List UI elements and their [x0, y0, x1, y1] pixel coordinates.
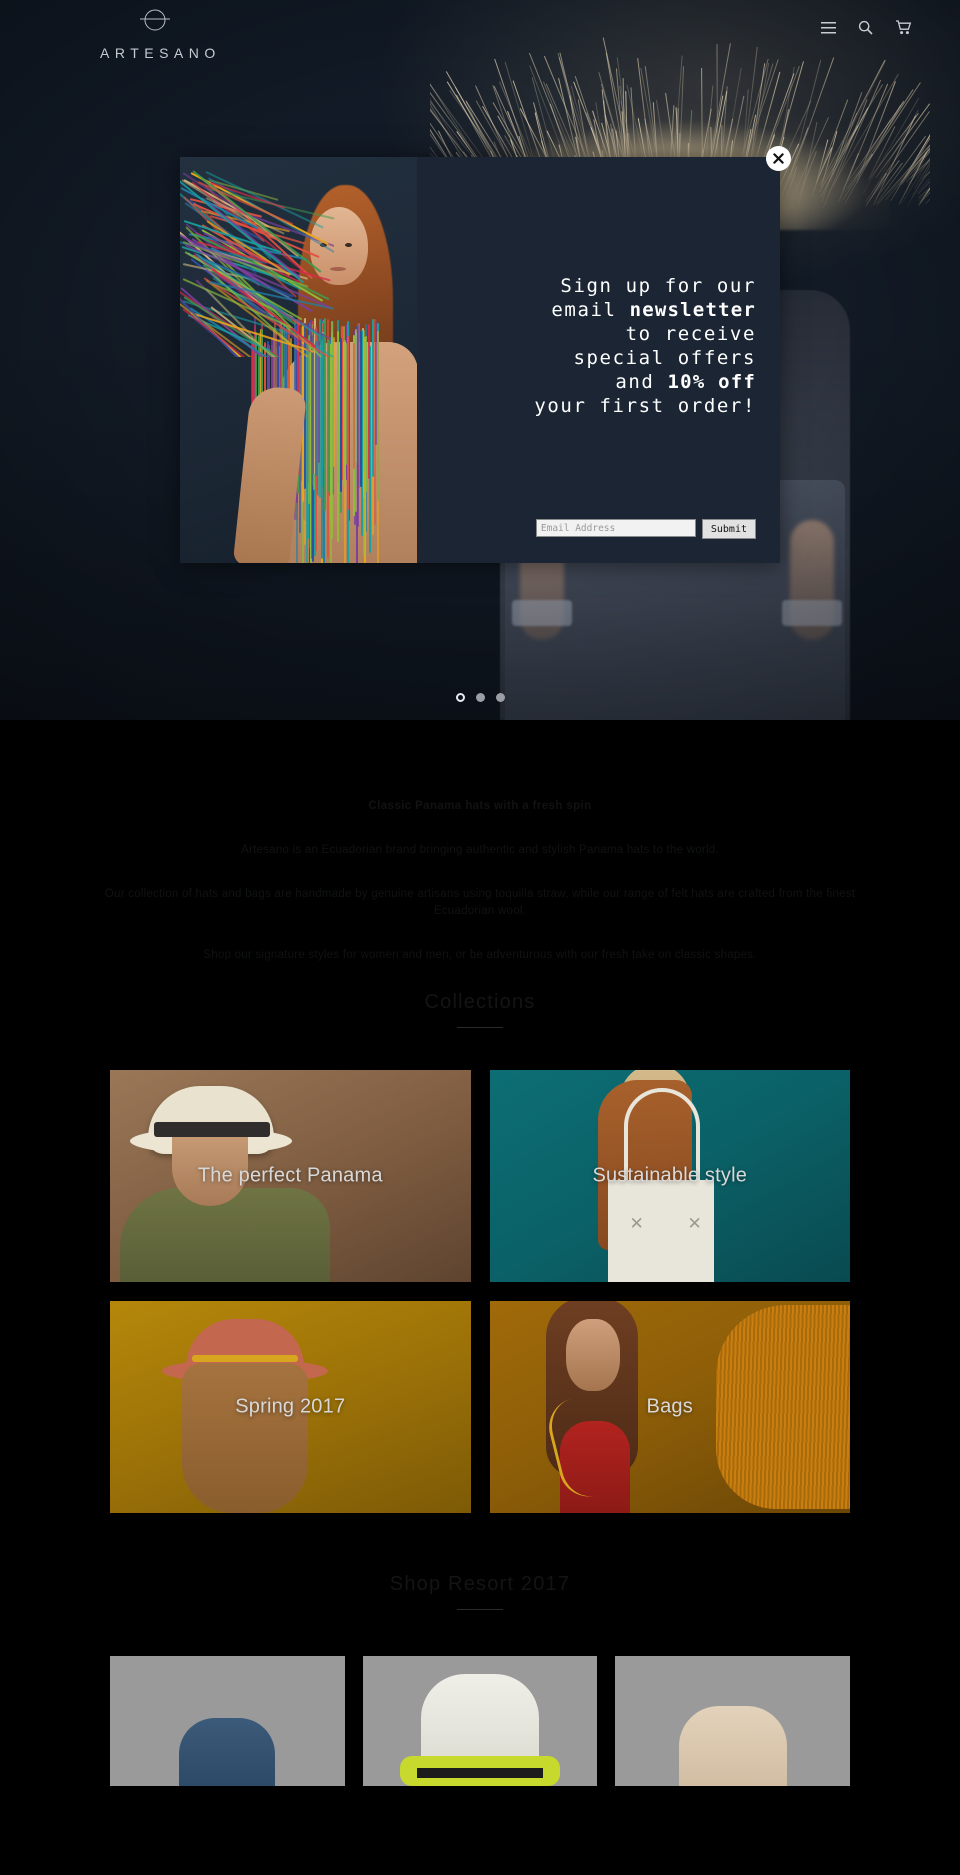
- newsletter-modal[interactable]: Sign up for our email newsletter to rece…: [180, 157, 780, 563]
- carousel-dots[interactable]: [0, 693, 960, 702]
- brand-logo[interactable]: ARTESANO: [95, 6, 215, 63]
- product-card-2[interactable]: [363, 1656, 598, 1786]
- resort-heading-block: Shop Resort 2017: [0, 1573, 960, 1610]
- newsletter-line-1: Sign up for our: [560, 275, 756, 297]
- newsletter-line-3: to receive: [626, 323, 756, 345]
- newsletter-line-5-bold: 10% off: [668, 371, 756, 393]
- product-grid: [110, 1656, 850, 1786]
- collection-tile-label: Bags: [490, 1396, 851, 1419]
- collection-tile-label: Spring 2017: [110, 1396, 471, 1419]
- carousel-dot-2[interactable]: [476, 693, 485, 702]
- product-card-1[interactable]: [110, 1656, 345, 1786]
- carousel-dot-3[interactable]: [496, 693, 505, 702]
- newsletter-form[interactable]: Submit: [536, 519, 756, 539]
- intro-section: Classic Panama hats with a fresh spin Ar…: [0, 720, 960, 965]
- collections-heading-block: Collections: [0, 991, 960, 1028]
- collection-tile-spring-2017[interactable]: Spring 2017: [110, 1301, 471, 1513]
- newsletter-line-2-plain: email: [551, 299, 629, 321]
- close-icon[interactable]: [766, 146, 791, 171]
- collections-divider: [457, 1027, 503, 1028]
- menu-icon[interactable]: [821, 22, 836, 34]
- collections-grid: The perfect Panama ✕ ✕ Sustainable style …: [110, 1070, 850, 1513]
- collections-title: Collections: [0, 991, 960, 1014]
- resort-divider: [457, 1609, 503, 1610]
- intro-lead: Classic Panama hats with a fresh spin: [100, 798, 860, 816]
- collection-tile-perfect-panama[interactable]: The perfect Panama: [110, 1070, 471, 1282]
- intro-paragraph-3: Shop our signature styles for women and …: [100, 947, 860, 965]
- newsletter-line-2-bold: newsletter: [630, 299, 756, 321]
- resort-title: Shop Resort 2017: [0, 1573, 960, 1596]
- intro-paragraph-1: Artesano is an Ecuadorian brand bringing…: [100, 842, 860, 860]
- resort-section: Shop Resort 2017: [0, 1573, 960, 1786]
- newsletter-line-4: special offers: [573, 347, 756, 369]
- newsletter-line-5-plain: and: [615, 371, 667, 393]
- cart-icon[interactable]: [895, 20, 912, 35]
- collection-tile-sustainable-style[interactable]: ✕ ✕ Sustainable style: [490, 1070, 851, 1282]
- collections-section: Collections The perfect Panama ✕ ✕ Sustai…: [0, 991, 960, 1513]
- circle-line-logo-icon: [95, 6, 215, 37]
- carousel-dot-1[interactable]: [456, 693, 465, 702]
- newsletter-modal-image: [180, 157, 417, 563]
- newsletter-heading: Sign up for our email newsletter to rece…: [534, 275, 756, 419]
- product-card-3[interactable]: [615, 1656, 850, 1786]
- newsletter-modal-body: Sign up for our email newsletter to rece…: [417, 157, 780, 563]
- search-icon[interactable]: [858, 20, 873, 35]
- collection-tile-label: The perfect Panama: [110, 1165, 471, 1188]
- newsletter-line-6: your first order!: [534, 395, 756, 417]
- email-input[interactable]: [536, 519, 696, 537]
- site-header: ARTESANO: [0, 0, 960, 70]
- brand-name: ARTESANO: [95, 45, 221, 61]
- header-icon-group: [821, 20, 912, 35]
- submit-button[interactable]: Submit: [702, 519, 756, 539]
- collection-tile-label: Sustainable style: [490, 1165, 851, 1188]
- collection-tile-bags[interactable]: Bags: [490, 1301, 851, 1513]
- intro-paragraph-2: Our collection of hats and bags are hand…: [100, 886, 860, 922]
